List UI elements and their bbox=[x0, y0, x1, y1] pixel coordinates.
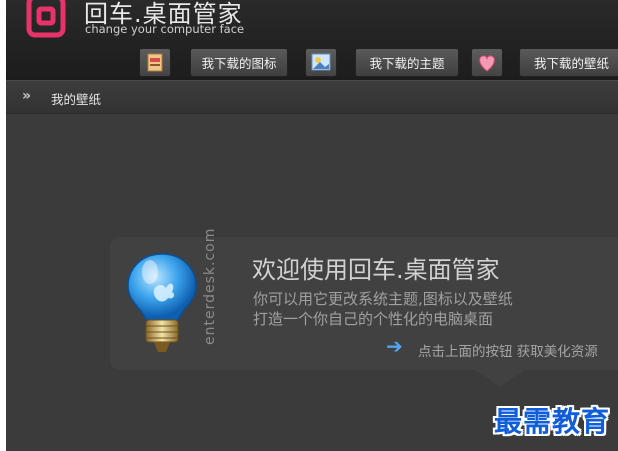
welcome-tip: 点击上面的按钮 获取美化资源 bbox=[418, 344, 598, 360]
app-header: 回车.桌面管家 change your computer face 我下载的图标… bbox=[6, 0, 618, 80]
app-subtitle: change your computer face bbox=[85, 22, 245, 36]
toolbar: 我下载的图标 我下载的主题 我下载的壁纸 bbox=[6, 44, 618, 80]
favorites-heart-icon[interactable] bbox=[471, 48, 503, 77]
heart-icon bbox=[479, 55, 495, 72]
package-icon bbox=[147, 53, 163, 72]
app-window: 回车.桌面管家 change your computer face 我下载的图标… bbox=[6, 0, 618, 451]
theme-box-icon[interactable] bbox=[139, 48, 171, 77]
double-chevron-icon: » bbox=[22, 88, 31, 104]
breadcrumb-current[interactable]: 我的壁纸 bbox=[51, 89, 101, 108]
welcome-title: 欢迎使用回车.桌面管家 bbox=[252, 256, 500, 284]
lightbulb-icon bbox=[127, 253, 197, 352]
watermark-text: 最需教育 bbox=[494, 405, 611, 438]
arrow-right-icon: ➔ bbox=[386, 334, 403, 358]
welcome-line-1: 你可以用它更改系统主题,图标以及壁纸 bbox=[253, 290, 513, 308]
welcome-panel-tail bbox=[474, 369, 526, 387]
vertical-brand-text: enterdesk.com bbox=[202, 227, 218, 345]
welcome-line-2: 打造一个你自己的个性化的电脑桌面 bbox=[253, 310, 494, 328]
breadcrumb: » 我的壁纸 bbox=[6, 80, 618, 114]
app-logo-icon bbox=[26, 0, 66, 38]
my-downloaded-icons-button[interactable]: 我下载的图标 bbox=[190, 48, 288, 77]
my-downloaded-wallpapers-button[interactable]: 我下载的壁纸 bbox=[519, 48, 618, 77]
my-downloaded-themes-button[interactable]: 我下载的主题 bbox=[355, 48, 459, 77]
picture-icon bbox=[311, 53, 331, 71]
wallpaper-picture-icon[interactable] bbox=[305, 48, 337, 77]
